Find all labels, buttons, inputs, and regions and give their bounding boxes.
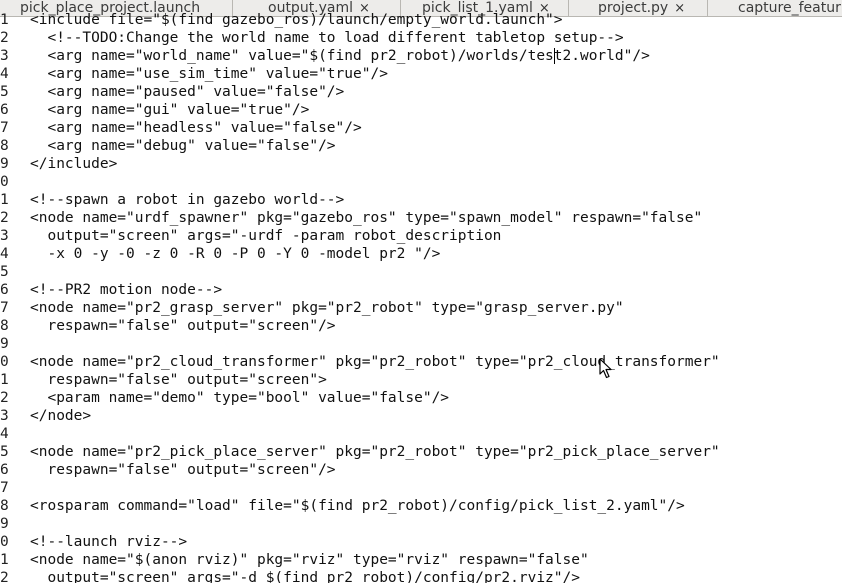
code-text: output="screen" args="-d $(find pr2_robo… bbox=[30, 570, 580, 583]
code-text: </include> bbox=[30, 156, 118, 172]
code-text: respawn="false" output="screen"/> bbox=[30, 318, 336, 334]
line-number: 6 bbox=[0, 462, 8, 478]
code-text: <!--spawn a robot in gazebo world--> bbox=[30, 192, 345, 208]
line-number: 0 bbox=[0, 174, 8, 190]
line-number: 6 bbox=[0, 102, 8, 118]
code-text: <arg name="headless" value="false"/> bbox=[30, 120, 362, 136]
code-text: <param name="demo" type="bool" value="fa… bbox=[30, 390, 450, 406]
code-text: <rosparam command="load" file="$(find pr… bbox=[30, 498, 685, 514]
line-number: 2 bbox=[0, 390, 8, 406]
code-text: <arg name="debug" value="false"/> bbox=[30, 138, 336, 154]
code-text: <!--TODO:Change the world name to load d… bbox=[30, 30, 624, 46]
line-number: 2 bbox=[0, 30, 8, 46]
line-number: 2 bbox=[0, 210, 8, 226]
line-number: 5 bbox=[0, 264, 8, 280]
line-number: 8 bbox=[0, 138, 8, 154]
line-number: 3 bbox=[0, 48, 8, 64]
line-number: 7 bbox=[0, 120, 8, 136]
line-number: 9 bbox=[0, 336, 8, 352]
code-text: <node name="$(anon rviz)" pkg="rviz" typ… bbox=[30, 552, 589, 568]
code-text: respawn="false" output="screen"> bbox=[30, 372, 327, 388]
line-number: 0 bbox=[0, 534, 8, 550]
code-text: respawn="false" output="screen"/> bbox=[30, 462, 336, 478]
code-text: <node name="pr2_grasp_server" pkg="pr2_r… bbox=[30, 300, 624, 316]
code-text: -x 0 -y -0 -z 0 -R 0 -P 0 -Y 0 -model pr… bbox=[30, 246, 441, 262]
line-number: 1 bbox=[0, 192, 8, 208]
code-text: </node> bbox=[30, 408, 92, 424]
text-cursor bbox=[553, 48, 555, 64]
code-text: <arg name="paused" value="false"/> bbox=[30, 84, 345, 100]
line-number: 3 bbox=[0, 228, 8, 244]
code-text: <arg name="world_name" value="$(find pr2… bbox=[30, 48, 650, 64]
line-number: 5 bbox=[0, 84, 8, 100]
line-number: 9 bbox=[0, 516, 8, 532]
line-number: 8 bbox=[0, 498, 8, 514]
line-number: 0 bbox=[0, 354, 8, 370]
code-text: <include file="$(find gazebo_ros)/launch… bbox=[30, 12, 563, 28]
code-text: <node name="pr2_cloud_transformer" pkg="… bbox=[30, 354, 720, 370]
line-number: 1 bbox=[0, 12, 8, 28]
code-text: <node name="urdf_spawner" pkg="gazebo_ro… bbox=[30, 210, 703, 226]
code-text: <arg name="use_sim_time" value="true"/> bbox=[30, 66, 388, 82]
code-text: <!--PR2 motion node--> bbox=[30, 282, 223, 298]
line-number: 8 bbox=[0, 318, 8, 334]
line-number: 4 bbox=[0, 66, 8, 82]
line-number: 9 bbox=[0, 156, 8, 172]
code-editor[interactable]: 1 <include file="$(find gazebo_ros)/launc… bbox=[0, 11, 842, 583]
code-text: <!--launch rviz--> bbox=[30, 534, 188, 550]
line-number: 4 bbox=[0, 426, 8, 442]
code-text: <arg name="gui" value="true"/> bbox=[30, 102, 310, 118]
line-number: 7 bbox=[0, 480, 8, 496]
line-number: 1 bbox=[0, 552, 8, 568]
line-number: 4 bbox=[0, 246, 8, 262]
line-number: 1 bbox=[0, 372, 8, 388]
line-number: 7 bbox=[0, 300, 8, 316]
line-number: 2 bbox=[0, 570, 8, 583]
code-text: output="screen" args="-urdf -param robot… bbox=[30, 228, 502, 244]
code-text: <node name="pr2_pick_place_server" pkg="… bbox=[30, 444, 720, 460]
line-number: 5 bbox=[0, 444, 8, 460]
line-number: 3 bbox=[0, 408, 8, 424]
line-number: 6 bbox=[0, 282, 8, 298]
mouse-pointer-icon bbox=[599, 358, 612, 379]
